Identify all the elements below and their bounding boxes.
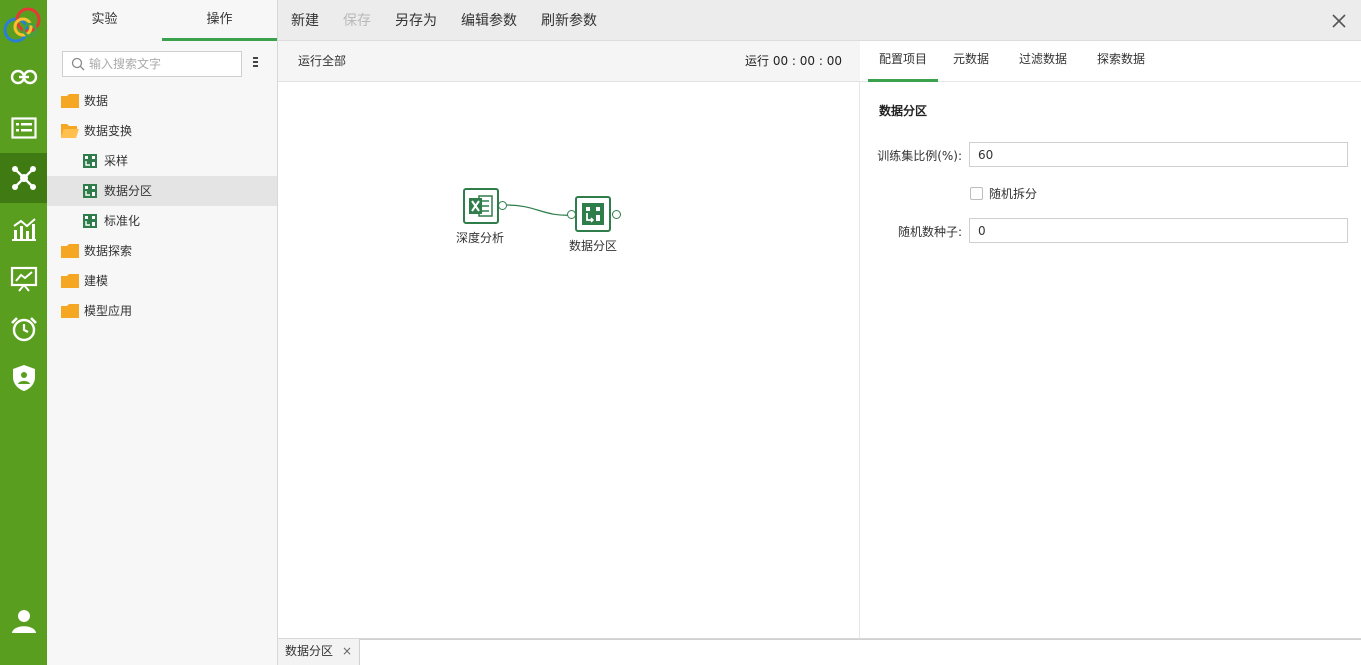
edit-params-button[interactable]: 编辑参数 (461, 0, 517, 41)
tree-label: 数据分区 (104, 184, 153, 198)
link-icon[interactable] (0, 52, 47, 102)
bottom-bar: 数据分区 × (278, 638, 1361, 665)
tab-operations[interactable]: 操作 (162, 0, 277, 41)
tree-operator-sampling[interactable]: 采样 (47, 146, 277, 176)
tree-label: 建模 (84, 274, 109, 288)
tab-config-items[interactable]: 配置项目 (868, 41, 938, 82)
tab-metadata[interactable]: 元数据 (944, 41, 998, 82)
chart-icon[interactable] (0, 204, 47, 254)
network-icon[interactable] (0, 153, 47, 203)
operator-panel: 实验 操作 数据 数据变换 采样 数据分区 标准化 数据探索 建模 模型应用 (47, 0, 278, 665)
train-ratio-label: 训练集比例(%): (877, 149, 962, 163)
output-port[interactable] (498, 201, 507, 210)
tree-label: 模型应用 (84, 304, 133, 318)
section-title: 数据分区 (879, 104, 928, 118)
partition-icon (582, 203, 604, 225)
random-seed-input[interactable] (969, 218, 1348, 243)
search-input[interactable] (89, 55, 237, 73)
tree-folder-modeling[interactable]: 建模 (47, 266, 277, 296)
run-all-button[interactable]: 运行全部 (298, 41, 346, 82)
main-toolbar: 新建 保存 另存为 编辑参数 刷新参数 (278, 0, 1361, 41)
tree-folder-model-application[interactable]: 模型应用 (47, 296, 277, 326)
config-tabs: 配置项目 元数据 过滤数据 探索数据 (860, 41, 1361, 82)
operator-icon (83, 154, 97, 168)
tree-folder-data-transform[interactable]: 数据变换 (47, 116, 277, 146)
output-port[interactable] (612, 210, 621, 219)
input-port[interactable] (567, 210, 576, 219)
run-timer: 运行 00 : 00 : 00 (745, 54, 842, 68)
bottom-output-area[interactable] (359, 639, 1361, 665)
search-box (62, 51, 242, 77)
folder-icon (61, 304, 79, 318)
new-button[interactable]: 新建 (291, 0, 319, 41)
node-deep-analysis[interactable] (463, 188, 499, 224)
more-menu-icon[interactable] (251, 55, 261, 73)
tree-label: 数据 (84, 94, 109, 108)
config-form: 数据分区 训练集比例(%): 随机拆分 随机数种子: (860, 82, 1361, 638)
tree-operator-data-partition[interactable]: 数据分区 (47, 176, 277, 206)
canvas-header: 运行全部 运行 00 : 00 : 00 (278, 41, 860, 82)
node-label: 深度分析 (456, 231, 505, 245)
tree-folder-data-exploration[interactable]: 数据探索 (47, 236, 277, 266)
bottom-tab-label: 数据分区 (285, 644, 334, 658)
folder-icon (61, 244, 79, 258)
tree-label: 数据探索 (84, 244, 133, 258)
tab-experiment[interactable]: 实验 (47, 0, 162, 41)
operator-icon (83, 214, 97, 228)
close-icon[interactable] (1331, 13, 1347, 29)
presentation-icon[interactable] (0, 254, 47, 304)
tab-filter-data[interactable]: 过滤数据 (1010, 41, 1076, 82)
alarm-clock-icon[interactable] (0, 304, 47, 354)
save-as-button[interactable]: 另存为 (395, 0, 437, 41)
icon-rail (0, 0, 47, 665)
connection-line (506, 204, 573, 216)
random-split-label: 随机拆分 (989, 187, 1038, 201)
app-logo-icon (0, 0, 47, 50)
folder-icon (61, 94, 79, 108)
tree-label: 数据变换 (84, 124, 133, 138)
save-button[interactable]: 保存 (343, 0, 371, 41)
tree-label: 标准化 (104, 214, 141, 228)
train-ratio-input[interactable] (969, 142, 1348, 167)
random-seed-label: 随机数种子: (897, 225, 962, 239)
user-icon[interactable] (0, 596, 47, 646)
refresh-params-button[interactable]: 刷新参数 (541, 0, 597, 41)
panel-tabs: 实验 操作 (47, 0, 278, 41)
operator-icon (83, 184, 97, 198)
folder-icon (61, 274, 79, 288)
node-data-partition[interactable] (575, 196, 611, 232)
excel-icon (469, 195, 493, 217)
tab-explore-data[interactable]: 探索数据 (1088, 41, 1154, 82)
close-tab-icon[interactable]: × (340, 639, 354, 663)
node-label: 数据分区 (569, 239, 618, 253)
tree-label: 采样 (104, 154, 129, 168)
shield-icon[interactable] (0, 353, 47, 403)
tree-folder-data[interactable]: 数据 (47, 86, 277, 116)
list-icon[interactable] (0, 103, 47, 153)
random-split-checkbox[interactable] (970, 187, 983, 200)
folder-open-icon (61, 124, 79, 138)
workflow-canvas[interactable]: 深度分析 数据分区 (278, 82, 860, 638)
search-icon (71, 57, 85, 71)
tree-operator-standardize[interactable]: 标准化 (47, 206, 277, 236)
